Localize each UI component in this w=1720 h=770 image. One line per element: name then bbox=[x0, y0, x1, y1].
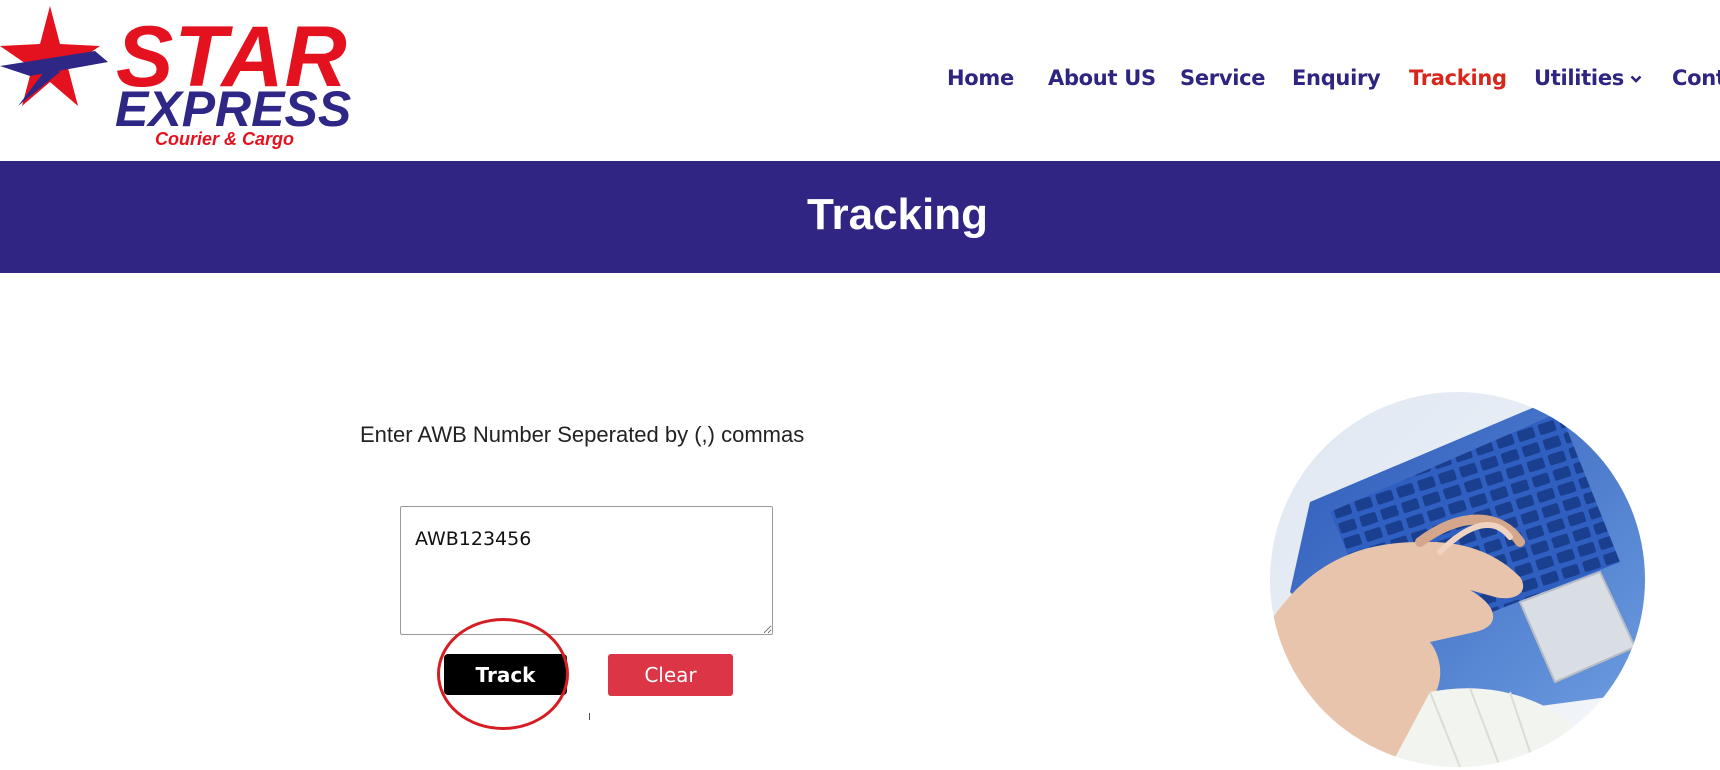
awb-number-input[interactable]: AWB123456 bbox=[400, 506, 773, 635]
nav-contact[interactable]: Conta bbox=[1672, 64, 1720, 92]
track-button[interactable]: Track bbox=[444, 654, 567, 695]
nav-home[interactable]: Home bbox=[947, 64, 1014, 92]
site-header: STAR EXPRESS Courier & Cargo Home About … bbox=[0, 0, 1720, 161]
logo-tagline: Courier & Cargo bbox=[155, 129, 295, 149]
nav-utilities-label: Utilities bbox=[1534, 66, 1624, 90]
awb-instruction-label: Enter AWB Number Seperated by (,) commas bbox=[360, 422, 805, 447]
nav-enquiry[interactable]: Enquiry bbox=[1292, 64, 1381, 92]
main-nav: Home About US Service Enquiry Tracking U… bbox=[0, 64, 1720, 94]
chevron-down-icon bbox=[1630, 75, 1642, 83]
text-cursor-mark bbox=[589, 713, 590, 720]
page-title-banner: Tracking bbox=[0, 161, 1720, 273]
nav-about-us[interactable]: About US bbox=[1048, 64, 1156, 92]
nav-tracking[interactable]: Tracking bbox=[1409, 64, 1507, 92]
page-title: Tracking bbox=[807, 190, 988, 239]
laptop-photo bbox=[1270, 392, 1645, 767]
nav-utilities[interactable]: Utilities bbox=[1534, 64, 1642, 92]
nav-service[interactable]: Service bbox=[1180, 64, 1266, 92]
clear-button[interactable]: Clear bbox=[608, 654, 733, 696]
